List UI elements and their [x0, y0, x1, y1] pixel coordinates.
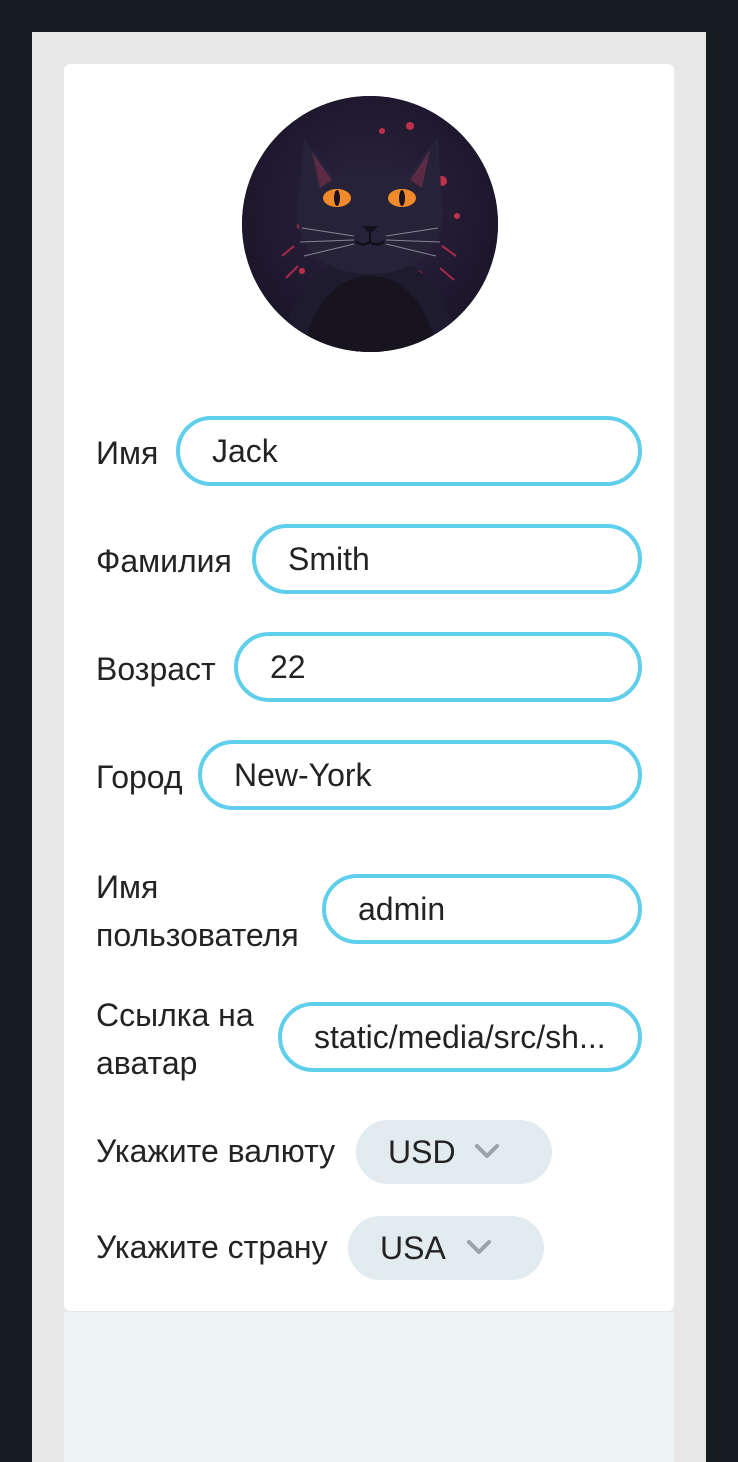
chevron-down-icon [467, 1240, 491, 1254]
first-name-row: Имя [96, 429, 158, 477]
first-name-label: Имя [96, 435, 159, 471]
username-label: Имя пользователя [96, 869, 299, 953]
last-name-input[interactable]: Smith [252, 524, 642, 594]
city-input[interactable]: New-York [198, 740, 642, 810]
avatar [242, 96, 498, 352]
currency-value: USD [388, 1134, 456, 1170]
username-input[interactable]: admin [322, 874, 642, 944]
avatar-link-row: Ссылка на аватар [96, 991, 276, 1087]
avatar-link-label: Ссылка на аватар [96, 997, 254, 1081]
last-name-row: Фамилия [96, 537, 232, 585]
last-name-label: Фамилия [96, 543, 232, 579]
country-row: Укажите страну [96, 1223, 328, 1271]
country-select[interactable]: USA [348, 1216, 544, 1280]
age-label: Возраст [96, 651, 216, 687]
currency-select[interactable]: USD [356, 1120, 552, 1184]
username-row: Имя пользователя [96, 863, 311, 959]
profile-card: Имя Jack Фамилия Smith Возраст 22 Город … [64, 64, 674, 1311]
city-row: Город [96, 753, 183, 801]
chevron-down-icon [475, 1144, 499, 1158]
currency-row: Укажите валюту [96, 1127, 335, 1175]
country-label: Укажите страну [96, 1229, 328, 1265]
avatar-link-input[interactable]: static/media/src/sh... [278, 1002, 642, 1072]
page-footer-area [64, 1312, 674, 1462]
country-value: USA [380, 1230, 446, 1266]
age-row: Возраст [96, 645, 216, 693]
first-name-input[interactable]: Jack [176, 416, 642, 486]
age-input[interactable]: 22 [234, 632, 642, 702]
currency-label: Укажите валюту [96, 1133, 336, 1169]
city-label: Город [96, 759, 183, 795]
cat-avatar-image [242, 96, 498, 352]
